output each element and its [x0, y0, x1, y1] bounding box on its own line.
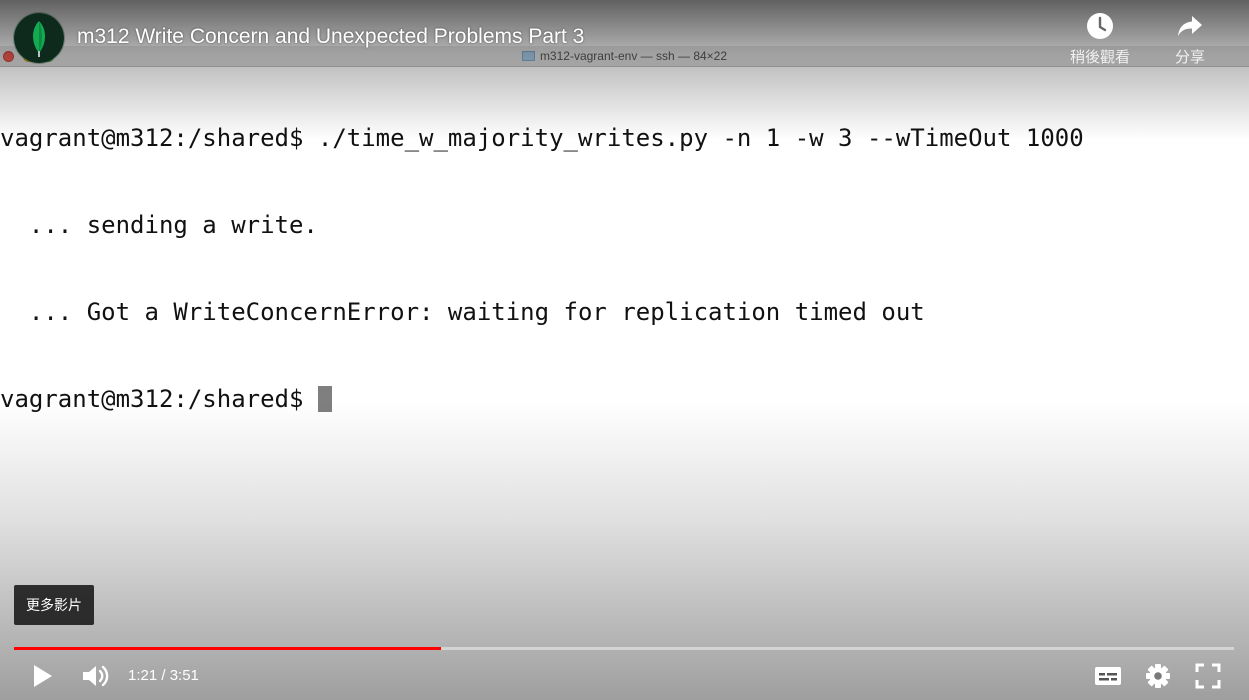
- clock-icon: [1087, 13, 1113, 39]
- more-videos-button[interactable]: 更多影片: [14, 585, 94, 625]
- share-label: 分享: [1174, 49, 1205, 66]
- play-button[interactable]: [28, 660, 58, 697]
- volume-button[interactable]: [80, 660, 112, 697]
- progress-bar[interactable]: [14, 647, 1234, 650]
- terminal-line: vagrant@m312:/shared$ ./time_w_majority_…: [0, 124, 1084, 152]
- terminal-prompt: vagrant@m312:/shared$: [0, 385, 318, 413]
- play-icon: [34, 665, 52, 687]
- terminal-output: vagrant@m312:/shared$ ./time_w_majority_…: [0, 66, 1249, 472]
- terminal-frame: m312-vagrant-env — ssh — 84×22 vagrant@m…: [0, 0, 1249, 700]
- channel-avatar[interactable]: [14, 13, 64, 63]
- progress-played: [14, 647, 441, 650]
- share-arrow-icon: [1178, 16, 1202, 36]
- terminal-prompt-line: vagrant@m312:/shared$: [0, 385, 1249, 414]
- video-player[interactable]: m312-vagrant-env — ssh — 84×22 vagrant@m…: [0, 0, 1249, 700]
- share-button[interactable]: 分享: [1150, 12, 1230, 67]
- captions-button[interactable]: [1093, 660, 1123, 697]
- fullscreen-icon: [1195, 663, 1221, 689]
- gear-icon: [1146, 664, 1170, 688]
- watch-later-label: 稍後觀看: [1069, 49, 1130, 66]
- leaf-logo-icon: [14, 13, 64, 63]
- time-display: 1:21 / 3:51: [128, 667, 199, 684]
- terminal-cursor: [317, 386, 332, 412]
- folder-icon: [521, 51, 535, 61]
- captions-icon: [1095, 667, 1121, 685]
- terminal-line: ... sending a write.: [0, 211, 318, 239]
- volume-icon: [83, 665, 109, 687]
- fullscreen-button[interactable]: [1193, 660, 1223, 697]
- watch-later-button[interactable]: 稍後觀看: [1060, 12, 1140, 67]
- terminal-line: ... Got a WriteConcernError: waiting for…: [0, 298, 925, 326]
- settings-button[interactable]: [1143, 660, 1173, 697]
- terminal-window-title-text: m312-vagrant-env — ssh — 84×22: [539, 49, 728, 63]
- video-title[interactable]: m312 Write Concern and Unexpected Proble…: [77, 25, 584, 49]
